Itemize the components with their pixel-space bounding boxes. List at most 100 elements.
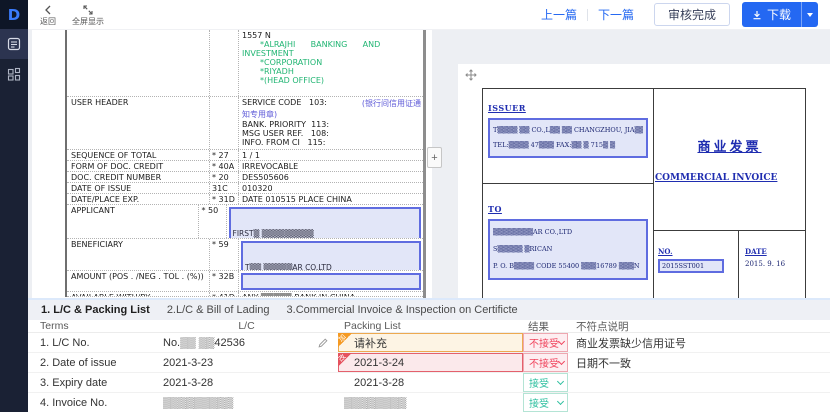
term-cell: 1. L/C No. [28,333,155,352]
result-select[interactable]: 不接受 [523,353,568,372]
invoice-date-value: 2015. 9. 16 [745,260,805,268]
compare-tabs: 1. L/C & Packing List 2.L/C & Bill of La… [28,300,830,320]
top-toolbar: 返回 全屏显示 上一篇 下一篇 审核完成 下载 [28,0,830,30]
prev-article-link[interactable]: 上一篇 [541,6,577,23]
invoice-no-value: 2015SST001 [662,262,704,270]
download-button[interactable]: 下载 [742,2,801,27]
field-tag: * 41D [209,292,239,296]
sidebar-item-apps[interactable] [0,59,28,89]
corner-badge-add: 加 [338,333,352,347]
field-value: DATE 010515 PLACE CHINA [242,195,421,204]
invoice-no-label: NO. [658,247,738,256]
lc-cell: 2021-3-28 [155,373,338,392]
download-label: 下载 [767,6,791,23]
back-chevron-icon [44,4,53,16]
field-label: DATE/PLACE EXP. [67,194,209,204]
bank-stamp-text: 知专用章) [242,109,421,120]
discrepancy-note: 日期不一致 [568,353,830,372]
field-tag: * 31D [209,194,239,204]
download-split-button: 下载 [742,2,818,27]
buyer-highlight-box[interactable]: ▒▒▒▒▒▒▒▒AR CO.,LTD S▒▒▒▒▒ ▒RICAN P. O. B… [488,219,648,280]
review-complete-button[interactable]: 审核完成 [654,3,730,26]
result-select[interactable]: 接受 [523,393,568,412]
table-row: 1. L/C No. No.▒▒ ▒▒42536 加 请补充 不接受 商 [28,333,830,353]
tab-ci-inspection-certificate[interactable]: 3.Commercial Invoice & Inspection on Cer… [287,304,518,316]
issuer-section: ISSUER T▒▒▒▒ ▒▒ CO.,L▒▒ ▒▒ CHANGZHOU, JI… [483,89,653,184]
discrepancy-note [568,393,830,412]
field-value: 010320 [242,184,421,193]
field-value: DES505606 [242,173,421,182]
download-icon [752,10,762,20]
sidebar: D [0,0,28,412]
to-section: TO ▒▒▒▒▒▒▒▒AR CO.,LTD S▒▒▒▒▒ ▒RICAN P. O… [483,184,653,298]
term-cell: 4. Invoice No. [28,393,155,412]
sidebar-item-documents[interactable] [0,29,28,59]
to-label: TO [488,204,648,214]
app-grid-icon [7,67,21,81]
issuer-highlight-box[interactable]: T▒▒▒▒ ▒▒ CO.,L▒▒ ▒▒ CHANGZHOU, JIA▒▒SU, … [488,118,648,158]
tab-lc-bill-of-lading[interactable]: 2.L/C & Bill of Lading [167,304,270,316]
term-cell: 3. Expiry date [28,373,155,392]
toolbar-divider [587,9,588,21]
issuer-label: ISSUER [488,103,648,113]
result-cell: 不接受 [523,333,568,352]
table-row: 4. Invoice No. ▒▒▒▒▒▒▒▒▒ ▒▒▒▒▒▒▒▒ 接受 [28,393,830,412]
swift-row-available: AVAILABLE WITH/BY * 41D ANY ▒▒▒▒▒ BANK I… [67,292,423,297]
field-tag: 31C [209,183,239,193]
packing-list-cell[interactable]: 加 请补充 [338,333,523,352]
msg-type-line: 1557 N [242,31,421,40]
invoice-date-label: DATE [745,247,805,256]
next-article-link[interactable]: 下一篇 [598,6,634,23]
result-select[interactable]: 接受 [523,373,568,392]
swift-field-table: 1557 N *ALRAJHI BANKING AND INVESTMENT *… [65,30,423,297]
result-cell: 不接受 [523,353,568,372]
packing-list-cell[interactable]: 改 2021-3-24 [338,353,523,372]
field-label: DOC. CREDIT NUMBER [67,172,209,182]
invoice-title-cn: 商业发票 [697,136,761,155]
applicant-highlight-box[interactable]: FIRST▒ ▒▒▒▒▒▒▒▒▒ SEA▒▒▒▒ ▒▒ERICAN P.O. ▒… [229,207,421,239]
tab-lc-packing-list[interactable]: 1. L/C & Packing List [41,304,150,316]
field-tag: * 40A [209,161,239,171]
table-row: 2. Date of issue 2021-3-23 改 2021-3-24 不… [28,353,830,373]
chevron-down-icon [557,378,564,385]
field-label: APPLICANT [67,205,198,238]
corner-badge-modified: 改 [338,353,352,367]
packing-list-cell: ▒▒▒▒▒▒▒▒ [338,393,523,412]
invoice-table: ISSUER T▒▒▒▒ ▒▒ CO.,L▒▒ ▒▒ CHANGZHOU, JI… [482,88,806,298]
amount-highlight-box[interactable]: CURRENCY USD AMOUNT 560,000, [241,273,421,290]
swift-row: FORM OF DOC. CREDIT * 40A IRREVOCABLE [67,161,423,172]
app-logo[interactable]: D [0,0,28,29]
compare-panel: 1. L/C & Packing List 2.L/C & Bill of La… [28,298,830,412]
field-label: BENEFICIARY [67,239,209,270]
col-header-lc: L/C [155,320,338,332]
plus-icon: + [431,152,437,164]
document-icon [7,37,21,51]
zoom-in-button[interactable]: + [427,147,442,168]
caret-down-icon [807,13,813,17]
document-scrollbar[interactable] [423,30,426,298]
documents-area: 1557 N *ALRAJHI BANKING AND INVESTMENT *… [28,30,830,298]
beneficiary-highlight-box[interactable]: T▒▒ ▒▒▒▒▒AR CO.LTD ▒▒▒▒ ANGZHOU,▒▒▒▒▒U,C… [241,241,421,271]
fullscreen-label: 全屏显示 [72,17,104,26]
field-tag: * 20 [209,172,239,182]
app-logo-letter: D [8,6,20,24]
lc-cell: No.▒▒ ▒▒42536 [155,333,338,352]
fullscreen-button[interactable]: 全屏显示 [72,4,104,26]
col-header-result: 结果 [523,319,568,334]
invoice-no-highlight-box[interactable]: 2015SST001 [658,259,724,273]
swift-row-amount: AMOUNT (POS . /NEG . TOL . (%)) * 32B CU… [67,271,423,292]
field-label: USER HEADER [67,97,209,149]
swift-row: SEQUENCE OF TOTAL * 27 1 / 1 [67,150,423,161]
fullscreen-expand-icon [83,4,93,16]
lc-cell: 2021-3-23 [155,353,338,372]
field-value: 1 / 1 [242,151,421,160]
swift-row: DATE OF ISSUE 31C 010320 [67,183,423,194]
field-label: DATE OF ISSUE [67,183,209,193]
download-options-button[interactable] [801,2,818,27]
field-label: SEQUENCE OF TOTAL [67,150,209,160]
edit-pencil-icon[interactable] [318,338,328,351]
result-select[interactable]: 不接受 [523,333,568,352]
move-handle-icon[interactable] [465,68,477,86]
back-button[interactable]: 返回 [40,4,56,26]
col-header-terms: Terms [28,320,155,332]
